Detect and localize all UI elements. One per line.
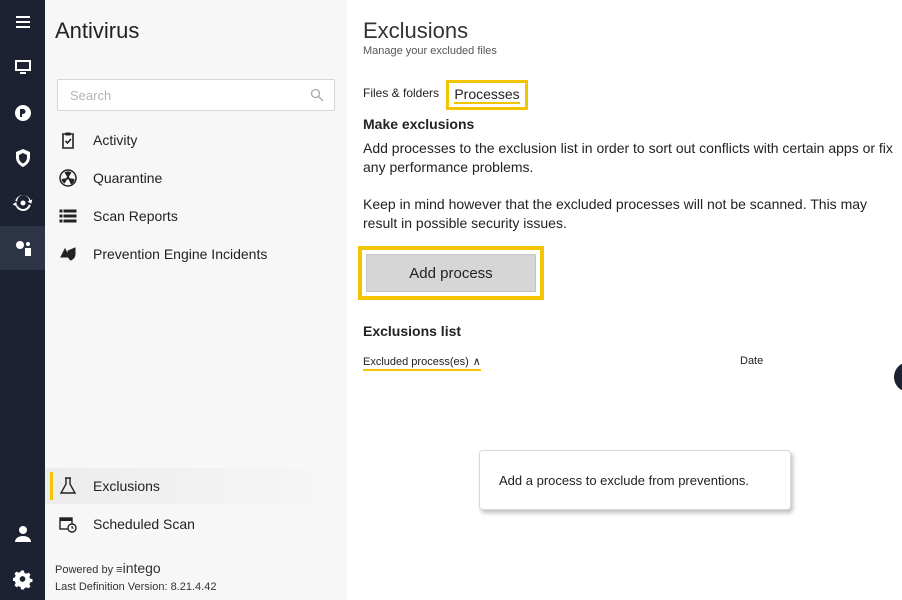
nav-item-quarantine[interactable]: Quarantine [45, 160, 347, 196]
nav-item-label: Activity [93, 132, 138, 148]
nav-item-scan-reports[interactable]: Scan Reports [45, 198, 347, 234]
make-exclusions-heading: Make exclusions [363, 116, 475, 132]
empty-state-message: Add a process to exclude from prevention… [479, 450, 791, 510]
nav-item-prevention-engine-incidents[interactable]: Prevention Engine Incidents [45, 236, 347, 272]
search-box[interactable] [57, 79, 335, 111]
column-header-process[interactable]: Excluded process(es) ∧ [363, 355, 481, 371]
nav-item-label: Prevention Engine Incidents [93, 246, 268, 262]
nav-item-exclusions[interactable]: Exclusions [45, 468, 347, 504]
tab-processes[interactable]: Processes [446, 80, 528, 110]
calendar-clock-icon [58, 514, 78, 534]
description-paragraph: Add processes to the exclusion list in o… [363, 140, 893, 175]
app-title: Antivirus [55, 18, 140, 43]
chat-icon[interactable] [0, 91, 45, 135]
powered-by-text: Powered by [55, 564, 114, 576]
nav-item-label: Scan Reports [93, 208, 178, 224]
gear-icon[interactable] [0, 558, 45, 600]
main-panel: Exclusions Manage your excluded files Fi… [347, 0, 902, 600]
nav-item-label: Exclusions [93, 478, 160, 494]
clipboard-check-icon [58, 130, 78, 150]
shield-icon[interactable] [0, 136, 45, 180]
chevron-up-icon: ∧ [472, 356, 481, 368]
empty-state-text: Add a process to exclude from prevention… [499, 472, 750, 488]
user-icon[interactable] [0, 512, 45, 556]
incident-icon [58, 244, 78, 264]
icon-rail [0, 0, 45, 600]
brand-name: intego [122, 560, 161, 576]
tab-processes-label: Processes [454, 86, 520, 104]
nav-item-scheduled-scan[interactable]: Scheduled Scan [45, 506, 347, 542]
definition-version: Last Definition Version: 8.21.4.42 [55, 581, 217, 593]
sync-icon[interactable] [0, 181, 45, 225]
settings-apps-icon[interactable] [0, 226, 45, 270]
sidebar: Antivirus Activity Quarantine Scan Repor… [45, 0, 347, 600]
add-process-button[interactable]: Add process [366, 254, 536, 292]
search-input[interactable] [58, 80, 298, 110]
add-process-highlight: Add process [358, 246, 544, 300]
search-icon[interactable] [310, 88, 324, 102]
page-subtitle: Manage your excluded files [363, 45, 497, 57]
exclusions-list-heading: Exclusions list [363, 323, 462, 339]
nav-item-label: Quarantine [93, 170, 163, 186]
side-handle-button[interactable] [894, 362, 902, 392]
flask-icon [58, 476, 78, 496]
tab-files-folders[interactable]: Files & folders [363, 86, 439, 100]
radiation-icon [58, 168, 78, 188]
powered-by: Powered by ≡intego [55, 560, 161, 576]
nav-item-activity[interactable]: Activity [45, 122, 347, 158]
warning-paragraph: Keep in mind however that the excluded p… [363, 196, 868, 231]
page-title: Exclusions [363, 18, 469, 43]
monitor-icon[interactable] [0, 45, 45, 89]
column-header-date[interactable]: Date [740, 355, 763, 367]
menu-icon[interactable] [0, 0, 45, 44]
nav-item-label: Scheduled Scan [93, 516, 195, 532]
column-header-process-label: Excluded process(es) [363, 356, 469, 368]
list-icon [58, 206, 78, 226]
